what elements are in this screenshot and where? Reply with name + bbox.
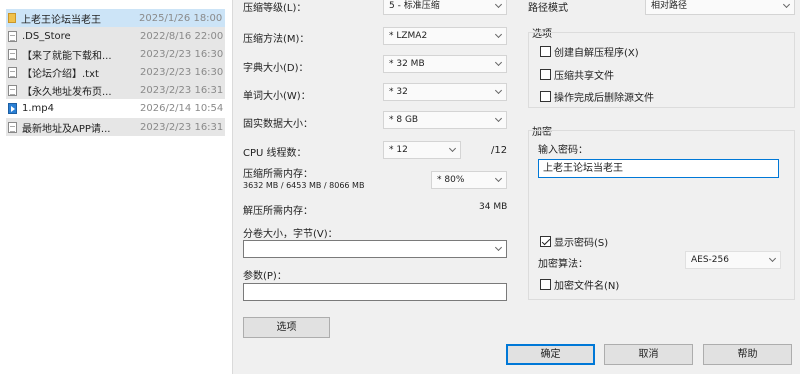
file-row[interactable]: 【来了就能下载和... 2023/2/23 16:30: [6, 45, 225, 63]
compress-shared-checkbox[interactable]: 压缩共享文件: [540, 67, 614, 82]
word-size-select[interactable]: * 32: [383, 83, 507, 101]
help-button[interactable]: 帮助: [703, 344, 792, 365]
create-sfx-checkbox[interactable]: 创建自解压程序(X): [540, 44, 639, 59]
compress-shared-label: 压缩共享文件: [554, 71, 614, 82]
dictionary-size-value: * 32 MB: [389, 59, 425, 69]
folder-icon: [8, 13, 16, 23]
add-to-archive-dialog: 压缩等级(L)： 5 - 标准压缩 压缩方法(M)： * LZMA2 字典大小(…: [232, 0, 800, 374]
options-button[interactable]: 选项: [243, 317, 330, 338]
encryption-method-value: AES-256: [691, 255, 729, 265]
chevron-down-icon: [494, 114, 503, 123]
password-input[interactable]: 上老王论坛当老王: [538, 159, 779, 178]
path-mode-label: 路径模式: [528, 3, 568, 14]
path-mode-value: 相对路径: [651, 1, 688, 11]
file-name: 最新地址及APP请...: [22, 123, 111, 135]
encrypt-names-checkbox[interactable]: 加密文件名(N): [540, 277, 619, 292]
file-date: 2023/2/23 16:31: [140, 121, 224, 133]
cancel-button[interactable]: 取消: [604, 344, 693, 365]
video-file-icon: [8, 102, 17, 114]
file-name: .DS_Store: [22, 30, 71, 42]
chevron-down-icon: [494, 30, 503, 39]
memory-percent-select[interactable]: * 80%: [431, 171, 507, 189]
file-icon: [8, 84, 17, 96]
chevron-down-icon: [448, 144, 457, 153]
solid-block-select[interactable]: * 8 GB: [383, 111, 507, 129]
file-icon: [8, 66, 17, 78]
dictionary-size-label: 字典大小(D)：: [243, 63, 309, 74]
compression-method-select[interactable]: * LZMA2: [383, 27, 507, 45]
compression-method-label: 压缩方法(M)：: [243, 34, 310, 45]
memory-compress-label: 压缩所需内存：: [243, 169, 313, 180]
chevron-down-icon: [494, 0, 503, 9]
file-row[interactable]: 最新地址及APP请... 2023/2/23 16:31: [6, 118, 225, 136]
chevron-down-icon: [494, 243, 503, 252]
encrypt-names-label: 加密文件名(N): [554, 281, 620, 292]
chevron-down-icon: [768, 254, 777, 263]
memory-compress-detail: 3632 MB / 6453 MB / 8066 MB: [243, 181, 365, 190]
show-password-checkbox[interactable]: 显示密码(S): [540, 234, 608, 249]
file-date: 2026/2/14 10:54: [140, 102, 224, 114]
compression-level-value: 5 - 标准压缩: [389, 1, 440, 11]
file-name: 上老王论坛当老王: [21, 14, 101, 26]
file-date: 2022/8/16 22:00: [140, 30, 224, 42]
file-date: 2023/2/23 16:30: [140, 48, 224, 60]
file-row[interactable]: 1.mp4 2026/2/14 10:54: [6, 99, 225, 117]
compression-method-value: * LZMA2: [389, 31, 428, 41]
file-icon: [8, 30, 17, 42]
chevron-down-icon: [494, 58, 503, 67]
checkbox-icon: [540, 46, 551, 57]
chevron-down-icon: [494, 174, 503, 183]
memory-decompress-label: 解压所需内存：: [243, 206, 313, 217]
split-volume-label: 分卷大小，字节(V)：: [243, 229, 338, 240]
file-name: 【永久地址发布页...: [22, 86, 112, 98]
file-name: 【来了就能下载和...: [22, 50, 112, 62]
file-row[interactable]: .DS_Store 2022/8/16 22:00: [6, 27, 225, 45]
checkbox-checked-icon: [540, 236, 551, 247]
file-list: 上老王论坛当老王 2025/1/26 18:00 .DS_Store 2022/…: [0, 0, 232, 374]
file-date: 2023/2/23 16:31: [140, 84, 224, 96]
word-size-label: 单词大小(W)：: [243, 91, 311, 102]
show-password-label: 显示密码(S): [554, 238, 609, 249]
file-icon: [8, 48, 17, 60]
ok-button[interactable]: 确定: [506, 344, 595, 365]
split-volume-combobox[interactable]: [243, 240, 507, 258]
chevron-down-icon: [494, 86, 503, 95]
solid-block-label: 固实数据大小：: [243, 119, 313, 130]
chevron-down-icon: [782, 0, 791, 9]
memory-percent-value: * 80%: [437, 175, 465, 185]
parameters-label: 参数(P)：: [243, 271, 287, 282]
compression-level-select[interactable]: 5 - 标准压缩: [383, 0, 507, 15]
file-date: 2023/2/23 16:30: [140, 66, 224, 78]
cpu-threads-select[interactable]: * 12: [383, 141, 461, 159]
solid-block-value: * 8 GB: [389, 115, 419, 125]
file-date: 2025/1/26 18:00: [139, 12, 223, 24]
file-row[interactable]: 上老王论坛当老王 2025/1/26 18:00: [6, 9, 225, 27]
delete-after-checkbox[interactable]: 操作完成后删除源文件: [540, 89, 654, 104]
password-label: 输入密码：: [538, 145, 588, 156]
checkbox-icon: [540, 69, 551, 80]
encryption-method-label: 加密算法：: [538, 259, 588, 270]
parameters-input[interactable]: [243, 283, 507, 301]
cpu-threads-value: * 12: [389, 145, 408, 155]
checkbox-icon: [540, 91, 551, 102]
path-mode-select[interactable]: 相对路径: [645, 0, 795, 15]
cpu-threads-total: /12: [491, 145, 508, 156]
dictionary-size-select[interactable]: * 32 MB: [383, 55, 507, 73]
file-icon: [8, 121, 17, 133]
file-name: 1.mp4: [22, 102, 54, 114]
encryption-method-select[interactable]: AES-256: [685, 251, 781, 269]
word-size-value: * 32: [389, 87, 408, 97]
checkbox-icon: [540, 279, 551, 290]
file-row[interactable]: 【永久地址发布页... 2023/2/23 16:31: [6, 81, 225, 99]
create-sfx-label: 创建自解压程序(X): [554, 48, 639, 59]
delete-after-label: 操作完成后删除源文件: [554, 93, 654, 104]
file-name: 【论坛介绍】.txt: [22, 68, 99, 80]
cpu-threads-label: CPU 线程数：: [243, 148, 307, 159]
compression-level-label: 压缩等级(L)：: [243, 3, 307, 14]
memory-decompress-value: 34 MB: [479, 202, 508, 212]
file-row[interactable]: 【论坛介绍】.txt 2023/2/23 16:30: [6, 63, 225, 81]
